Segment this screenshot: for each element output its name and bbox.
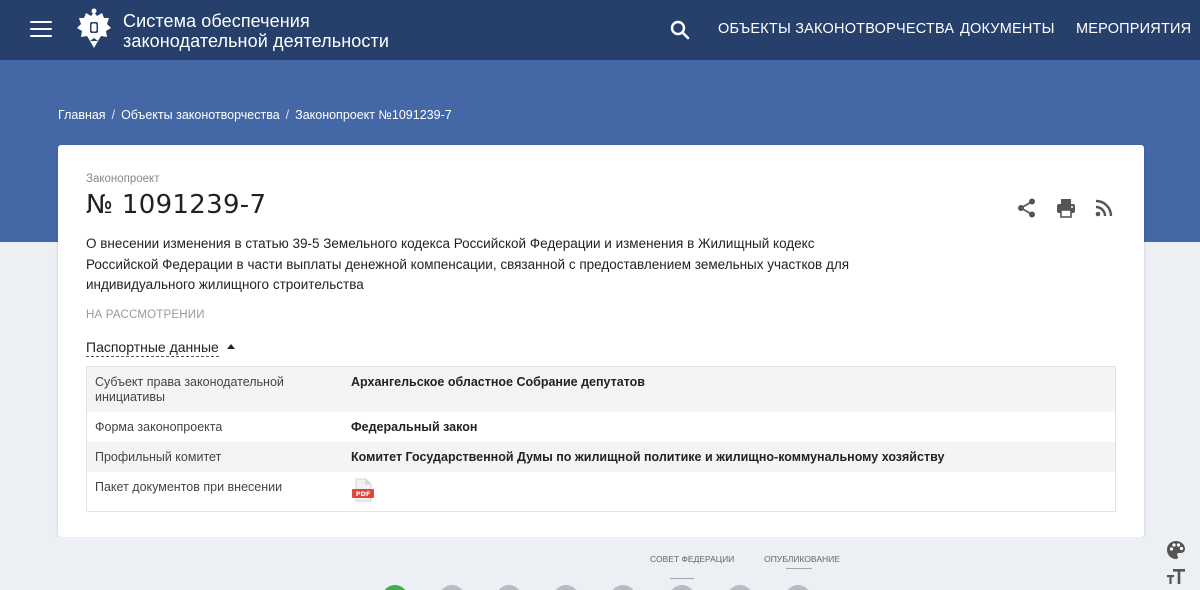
breadcrumb-home[interactable]: Главная <box>58 108 106 122</box>
stage-timeline <box>58 537 1144 590</box>
stage-label-text: СОВЕТ ФЕДЕРАЦИИ <box>650 554 735 564</box>
bill-description: О внесении изменения в статью 39-5 Земел… <box>86 236 850 292</box>
rss-icon[interactable] <box>1093 197 1115 219</box>
passport-toggle-label: Паспортные данные <box>86 339 219 357</box>
bill-number: № 1091239-7 <box>86 190 267 220</box>
table-row: Форма законопроекта Федеральный закон <box>87 412 1115 442</box>
nav-legislation-objects[interactable]: ОБЪЕКТЫ ЗАКОНОТВОРЧЕСТВА <box>718 21 954 37</box>
side-tools <box>1166 540 1186 590</box>
stage-label-publication: ОПУБЛИКОВАНИЕ <box>760 554 844 564</box>
palette-icon[interactable] <box>1166 540 1186 560</box>
site-title[interactable]: Система обеспечения законодательной деят… <box>123 11 389 51</box>
hamburger-icon[interactable] <box>30 21 52 37</box>
passport-data-toggle[interactable]: Паспортные данные <box>86 339 235 357</box>
table-row: Пакет документов при внесении PDF <box>87 472 1115 512</box>
row-value[interactable]: Комитет Государственной Думы по жилищной… <box>351 450 944 464</box>
share-icon[interactable] <box>1016 197 1038 219</box>
breadcrumb-current: Законопроект №1091239-7 <box>295 108 452 122</box>
top-bar: Система обеспечения законодательной деят… <box>0 0 1200 60</box>
table-row: Субъект права законодательной инициативы… <box>87 367 1115 412</box>
font-size-icon[interactable] <box>1166 566 1186 586</box>
coat-of-arms-icon[interactable] <box>76 8 112 50</box>
nav-events[interactable]: МЕРОПРИЯТИЯ <box>1076 21 1191 37</box>
row-value: Архангельское областное Собрание депутат… <box>351 375 645 389</box>
bill-type-label: Законопроект <box>86 173 160 185</box>
search-icon[interactable] <box>670 20 690 40</box>
breadcrumb-separator: / <box>111 108 116 122</box>
row-key: Субъект права законодательной инициативы <box>95 375 284 404</box>
table-row: Профильный комитет Комитет Государственн… <box>87 442 1115 472</box>
breadcrumb-separator: / <box>285 108 290 122</box>
bill-card: Законопроект № 1091239-7 О внесении изме… <box>58 145 1144 537</box>
row-key: Пакет документов при внесении <box>95 480 283 494</box>
site-title-line-2: законодательной деятельности <box>123 31 390 51</box>
stage-divider <box>786 568 812 569</box>
stage-label-federation-council: СОВЕТ ФЕДЕРАЦИИ <box>650 554 734 564</box>
svg-text:PDF: PDF <box>356 490 371 498</box>
stage-label-text: ОПУБЛИКОВАНИЕ <box>764 554 840 564</box>
stage-divider <box>670 578 694 579</box>
breadcrumb-legislation-objects[interactable]: Объекты законотворчества <box>121 108 280 122</box>
site-title-line-1: Система обеспечения <box>123 11 310 31</box>
row-key: Форма законопроекта <box>95 420 223 434</box>
status-badge: НА РАССМОТРЕНИИ <box>86 309 205 321</box>
print-icon[interactable] <box>1055 197 1077 219</box>
row-key: Профильный комитет <box>95 450 222 464</box>
breadcrumb: Главная / Объекты законотворчества / Законоп… <box>58 108 452 122</box>
row-value: Федеральный закон <box>351 420 478 434</box>
passport-table: Субъект права законодательной инициативы… <box>86 366 1116 512</box>
caret-up-icon <box>226 343 235 349</box>
nav-documents[interactable]: ДОКУМЕНТЫ <box>960 21 1055 37</box>
pdf-icon[interactable]: PDF <box>351 478 375 502</box>
